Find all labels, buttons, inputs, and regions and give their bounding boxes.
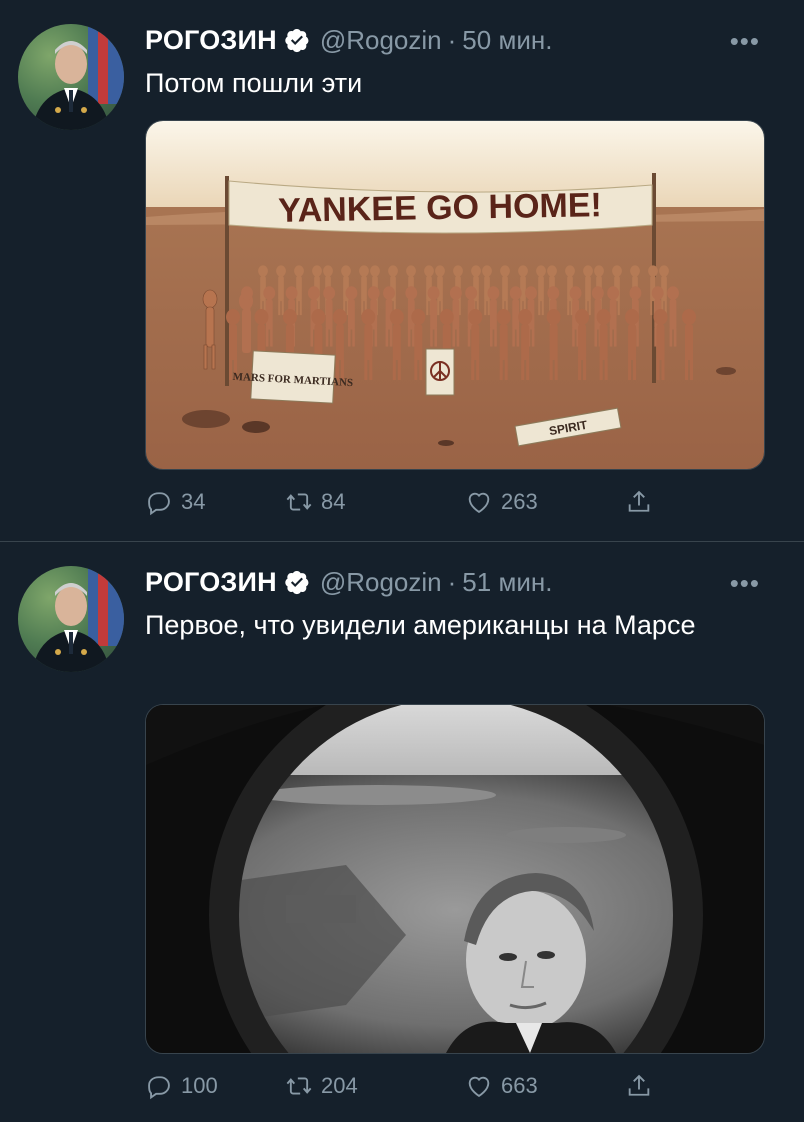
- timestamp[interactable]: 50 мин.: [462, 25, 552, 56]
- verified-icon: [284, 569, 310, 595]
- retweet-button[interactable]: 204: [285, 1072, 358, 1100]
- share-icon: [628, 1074, 650, 1096]
- display-name[interactable]: РОГОЗИН: [145, 567, 277, 598]
- avatar[interactable]: [18, 24, 124, 130]
- tweet[interactable]: РОГОЗИН @Rogozin · 51 мин. ••• Первое, ч…: [0, 542, 804, 1122]
- reply-button[interactable]: 100: [145, 1072, 218, 1100]
- retweet-icon: [286, 493, 312, 511]
- more-icon[interactable]: •••: [730, 26, 760, 57]
- tweet-actions: 100 204 663: [145, 1072, 665, 1104]
- separator: ·: [447, 24, 457, 55]
- tweet-image[interactable]: YANKEE GO HOME! MARS FOR MARTIANS SPIRIT: [145, 120, 765, 470]
- tweet-text: Первое, что увидели американцы на Марсе: [145, 610, 696, 640]
- share-button[interactable]: [625, 1072, 653, 1100]
- tweet-header: РОГОЗИН @Rogozin · 50 мин.: [145, 22, 552, 58]
- avatar[interactable]: [18, 566, 124, 672]
- retweet-icon: [286, 1077, 312, 1095]
- timestamp[interactable]: 51 мин.: [462, 567, 552, 598]
- tweet-header: РОГОЗИН @Rogozin · 51 мин.: [145, 564, 552, 600]
- retweet-count: 204: [321, 1073, 358, 1098]
- reply-button[interactable]: 34: [145, 488, 205, 516]
- reply-count: 34: [181, 489, 206, 514]
- reply-icon: [148, 1076, 170, 1100]
- reply-icon: [148, 492, 170, 516]
- retweet-button[interactable]: 84: [285, 488, 345, 516]
- share-icon: [628, 490, 650, 512]
- like-count: 663: [501, 1073, 538, 1098]
- reply-count: 100: [181, 1073, 218, 1098]
- like-button[interactable]: 663: [465, 1072, 538, 1100]
- verified-icon: [284, 27, 310, 53]
- tweet-actions: 34 84 263: [145, 488, 665, 520]
- handle[interactable]: @Rogozin: [320, 567, 442, 598]
- like-icon: [468, 492, 490, 514]
- like-count: 263: [501, 489, 538, 514]
- handle[interactable]: @Rogozin: [320, 25, 442, 56]
- display-name[interactable]: РОГОЗИН: [145, 25, 277, 56]
- share-button[interactable]: [625, 488, 653, 516]
- tweet-text: Потом пошли эти: [145, 68, 363, 98]
- like-icon: [468, 1076, 490, 1098]
- tweet-image[interactable]: [145, 704, 765, 1054]
- retweet-count: 84: [321, 489, 346, 514]
- separator: ·: [447, 566, 457, 597]
- like-button[interactable]: 263: [465, 488, 538, 516]
- more-icon[interactable]: •••: [730, 568, 760, 599]
- banner-text: YANKEE GO HOME!: [278, 186, 602, 230]
- tweet[interactable]: РОГОЗИН @Rogozin · 50 мин. ••• Потом пош…: [0, 0, 804, 542]
